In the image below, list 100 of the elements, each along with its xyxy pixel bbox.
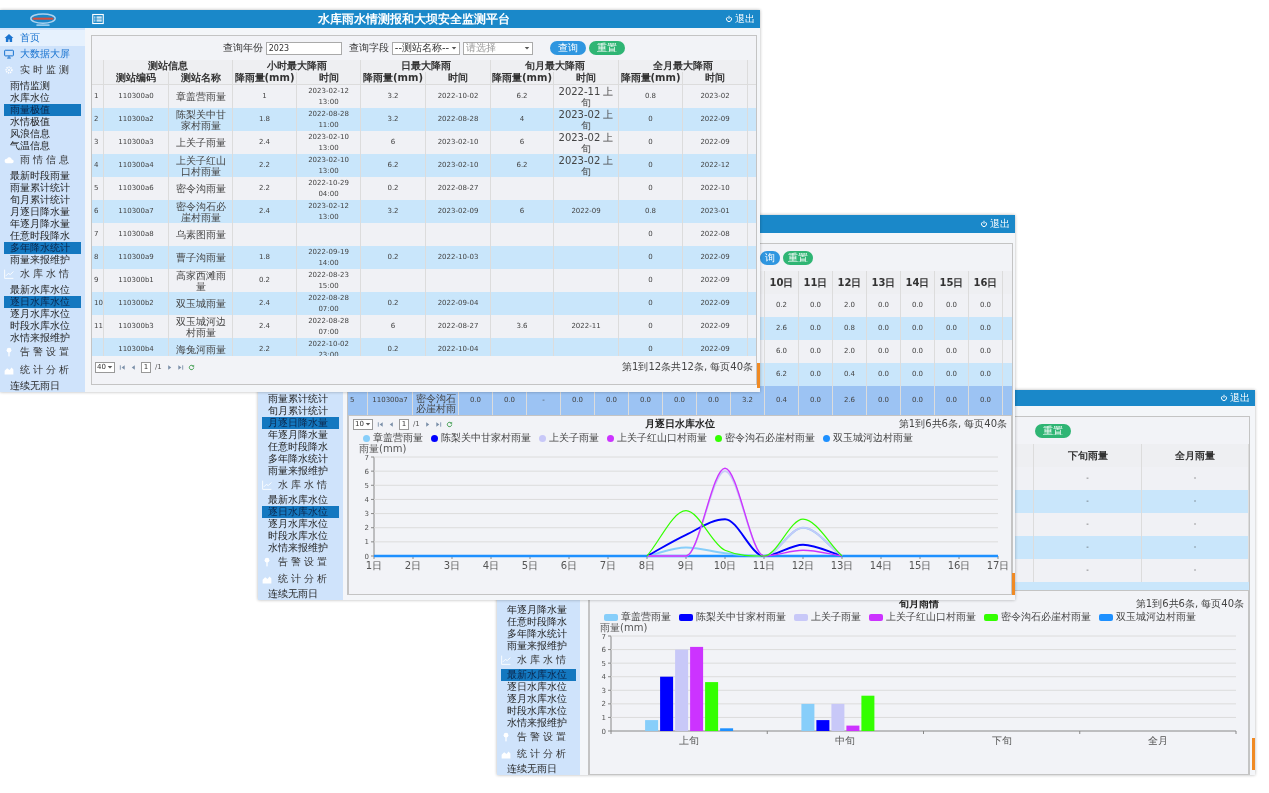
legend-item[interactable]: 陈梨关中甘家村雨量 (679, 610, 786, 624)
menu-group[interactable]: 水库水情 (497, 652, 580, 668)
menu-item[interactable]: 水情来报维护 (501, 717, 576, 729)
next-page-icon[interactable] (423, 420, 431, 428)
menu-item[interactable]: 雨量来报维护 (262, 465, 339, 477)
menu-item[interactable]: 水库水位 (4, 92, 81, 104)
menu-item[interactable]: 逐月水库水位 (4, 308, 81, 320)
field-label: 查询字段 (348, 41, 389, 55)
menu-item[interactable]: 雨情监测 (4, 80, 81, 92)
menu-item[interactable]: 连续无雨日 (262, 588, 339, 600)
menu-item[interactable]: 逐日水库水位 (501, 681, 576, 693)
menu-item[interactable]: 多年降水统计 (501, 628, 576, 640)
legend-item[interactable]: 章盖营雨量 (604, 610, 671, 624)
tick-label: 15日 (908, 560, 932, 571)
menu-item[interactable]: 年逐月降水量 (501, 604, 576, 616)
previous-page-icon[interactable] (129, 363, 137, 371)
menu-item[interactable]: 时段水库水位 (262, 530, 339, 542)
menu-group[interactable]: 统计分析 (258, 571, 343, 587)
legend-item[interactable]: 上关子雨量 (539, 431, 599, 445)
legend-item[interactable]: 上关子红山口村雨量 (869, 610, 976, 624)
first-page-icon[interactable] (118, 363, 126, 371)
menu-item[interactable]: 雨量来报维护 (4, 254, 81, 266)
first-page-icon[interactable] (376, 420, 384, 428)
axis-title: 雨量(mm) (599, 623, 649, 633)
column-header: 旬月最大降雨 (491, 60, 619, 72)
legend-item[interactable]: 双玉城河边村雨量 (1099, 610, 1196, 624)
menu-group[interactable]: 统计分析 (0, 362, 85, 378)
scrollbar-thumb[interactable] (1012, 573, 1015, 595)
menu-item[interactable]: 月逐日降水量 (4, 206, 81, 218)
menu-item[interactable]: 雨量累计统计 (262, 393, 339, 405)
column-header: 降雨量(mm) (233, 72, 297, 84)
scrollbar-thumb[interactable] (757, 363, 760, 388)
menu-item[interactable]: 水情来报维护 (4, 332, 81, 344)
menu-item[interactable]: 旬月累计统计 (262, 405, 339, 417)
legend-item[interactable]: 章盖营雨量 (363, 431, 423, 445)
menu-item[interactable]: 雨量来报维护 (501, 640, 576, 652)
logout-button[interactable]: 退出 (723, 12, 760, 26)
menu-group[interactable]: 告警设置 (0, 344, 85, 360)
menu-item[interactable]: 水情来报维护 (262, 542, 339, 554)
menu-group[interactable]: 统计分析 (497, 746, 580, 762)
menu-item[interactable]: 时段水库水位 (501, 705, 576, 717)
tick-label: 9日 (677, 560, 695, 571)
tick-label: 2日 (404, 560, 422, 571)
menu-item[interactable]: 任意时段降水 (501, 616, 576, 628)
legend-item[interactable]: 密令沟石必崖村雨量 (984, 610, 1091, 624)
refresh-icon[interactable] (187, 363, 195, 371)
legend-item[interactable]: 陈梨关中甘家村雨量 (431, 431, 531, 445)
pin-icon (501, 732, 511, 742)
menu-item[interactable]: 逐月水库水位 (262, 518, 339, 530)
menu-item[interactable]: 年逐月降水量 (4, 218, 81, 230)
menu-item[interactable]: 最新水库水位 (262, 494, 339, 506)
field-select[interactable]: --测站名称-- (391, 41, 461, 55)
scrollbar-thumb[interactable] (1252, 738, 1255, 770)
menu-item[interactable]: 任意时段降水 (262, 441, 339, 453)
menu-item[interactable]: 最新时段雨量 (4, 170, 81, 182)
logo-icon (27, 11, 58, 27)
menu-item[interactable]: 逐月水库水位 (501, 693, 576, 705)
line-chart-icon (262, 480, 272, 490)
year-field[interactable]: 2023 (265, 41, 342, 55)
menu-group[interactable]: 实时监测 (0, 62, 85, 78)
menu-group[interactable]: 告警设置 (258, 554, 343, 570)
menu-item[interactable]: 雨量累计统计 (4, 182, 81, 194)
tick-label: 下旬 (991, 735, 1012, 745)
refresh-icon[interactable] (445, 420, 453, 428)
menu-group[interactable]: 告警设置 (497, 729, 580, 745)
previous-page-icon[interactable] (387, 420, 395, 428)
next-page-icon[interactable] (165, 363, 173, 371)
legend-item[interactable]: 密令沟石必崖村雨量 (715, 431, 815, 445)
menu-item[interactable]: 年逐月降水量 (262, 429, 339, 441)
legend-item[interactable]: 上关子雨量 (794, 610, 861, 624)
last-page-icon[interactable] (176, 363, 184, 371)
menu-item[interactable]: 最新水库水位 (4, 284, 81, 296)
column-header: 时间 (554, 72, 619, 84)
menu-item[interactable]: 旬月累计统计 (4, 194, 81, 206)
menu-item[interactable]: 连续无雨日 (501, 763, 576, 775)
menu-group[interactable]: 雨情信息 (0, 152, 85, 168)
menu-item[interactable]: 多年降水统计 (262, 453, 339, 465)
menu-item[interactable]: 水情极值 (4, 116, 81, 128)
tick-label: 5日 (521, 560, 539, 571)
logout-button[interactable]: 退出 (978, 217, 1015, 231)
logout-button[interactable]: 退出 (1218, 391, 1255, 405)
menu-item[interactable]: 首页 (0, 30, 85, 46)
menu-group[interactable]: 水库水情 (0, 266, 85, 282)
tick-label: 6日 (560, 560, 578, 571)
tick-label: 14日 (869, 560, 893, 571)
menu-item[interactable]: 大数据大屏 (0, 46, 85, 62)
legend-item[interactable]: 双玉城河边村雨量 (823, 431, 913, 445)
legend-item[interactable]: 上关子红山口村雨量 (607, 431, 707, 445)
column-header: 时间 (297, 72, 361, 84)
tick-label: 1日 (365, 560, 383, 571)
area-chart-icon (4, 365, 14, 375)
page-info: 第1到6共6条, 每页40条 (1135, 597, 1244, 611)
menu-item[interactable]: 任意时段降水 (4, 230, 81, 242)
last-page-icon[interactable] (434, 420, 442, 428)
menu-icon[interactable] (91, 13, 105, 25)
menu-group[interactable]: 水库水情 (258, 477, 343, 493)
menu-item[interactable]: 风浪信息 (4, 128, 81, 140)
menu-item[interactable]: 气温信息 (4, 140, 81, 152)
menu-item[interactable]: 时段水库水位 (4, 320, 81, 332)
menu-item[interactable]: 连续无雨日 (4, 380, 81, 392)
